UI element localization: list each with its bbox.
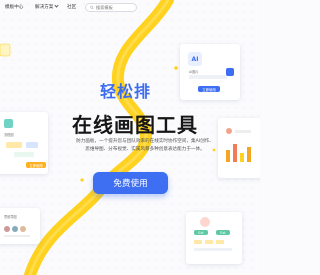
nav-solutions-label: 解决方案 bbox=[35, 5, 54, 10]
chevron-down-icon bbox=[54, 3, 59, 8]
org-tag-a: Ext bbox=[194, 230, 208, 235]
top-nav: 模板中心 解决方案 社区 bbox=[0, 0, 260, 16]
hero-description-line2: 思维导图、分布视觉、实属风暴多种创意表达能力于一体。 bbox=[85, 147, 205, 152]
org-node bbox=[216, 240, 224, 244]
mindmap-caption: 思维导图 bbox=[4, 215, 17, 219]
org-node bbox=[205, 240, 213, 244]
ai-feature-card: AI AI图片 立即使用 bbox=[180, 44, 240, 100]
flow-node bbox=[6, 142, 22, 148]
nav-community[interactable]: 社区 bbox=[67, 4, 76, 10]
chart-line bbox=[235, 130, 251, 133]
ai-card-caption: AI图片 bbox=[189, 70, 199, 74]
chart-dot bbox=[226, 128, 232, 134]
ai-card-field bbox=[189, 75, 227, 79]
search-box[interactable] bbox=[85, 3, 137, 12]
org-chart-card: Ext Ext bbox=[186, 212, 242, 264]
search-input[interactable] bbox=[96, 5, 136, 10]
chart-template-card bbox=[218, 118, 260, 178]
org-avatar bbox=[200, 217, 210, 227]
hero-description: 防力画板，一个提升您与团队效率的在线实时协作空间，集AI创作、 思维导图、分布视… bbox=[70, 138, 220, 154]
avatar bbox=[20, 226, 26, 232]
flow-node bbox=[26, 142, 38, 148]
free-use-button[interactable]: 免费使用 bbox=[93, 172, 168, 194]
mindmap-line bbox=[4, 235, 30, 237]
hero-title-highlight: 轻松排 bbox=[100, 82, 152, 101]
flowchart-icon bbox=[4, 119, 13, 128]
hero-title: 在线画图工具 bbox=[72, 113, 198, 137]
org-line bbox=[194, 248, 232, 251]
search-icon bbox=[90, 5, 94, 10]
flow-node bbox=[14, 152, 34, 157]
org-tag-b: Ext bbox=[216, 230, 230, 235]
landing-page: 模板中心 解决方案 社区 AI AI图片 立即使用 流程图 立即使用 bbox=[0, 0, 260, 275]
flowchart-caption: 流程图 bbox=[4, 133, 14, 137]
avatar bbox=[4, 226, 10, 232]
org-node bbox=[194, 240, 202, 244]
ai-card-send-button[interactable] bbox=[226, 68, 234, 76]
avatar bbox=[12, 226, 18, 232]
ai-card-use-button[interactable]: 立即使用 bbox=[198, 86, 220, 92]
mini-bar-chart bbox=[226, 144, 251, 162]
ai-icon: AI bbox=[188, 52, 202, 66]
flowchart-card: 流程图 立即使用 bbox=[0, 112, 48, 174]
mindmap-card: 思维导图 bbox=[0, 208, 40, 244]
hero-description-line1: 防力画板，一个提升您与团队效率的在线实时协作空间，集AI创作、 bbox=[76, 139, 214, 144]
flowchart-use-button[interactable]: 立即使用 bbox=[26, 162, 46, 168]
nav-logo[interactable]: 模板中心 bbox=[5, 4, 23, 10]
nav-solutions[interactable]: 解决方案 bbox=[35, 3, 59, 10]
